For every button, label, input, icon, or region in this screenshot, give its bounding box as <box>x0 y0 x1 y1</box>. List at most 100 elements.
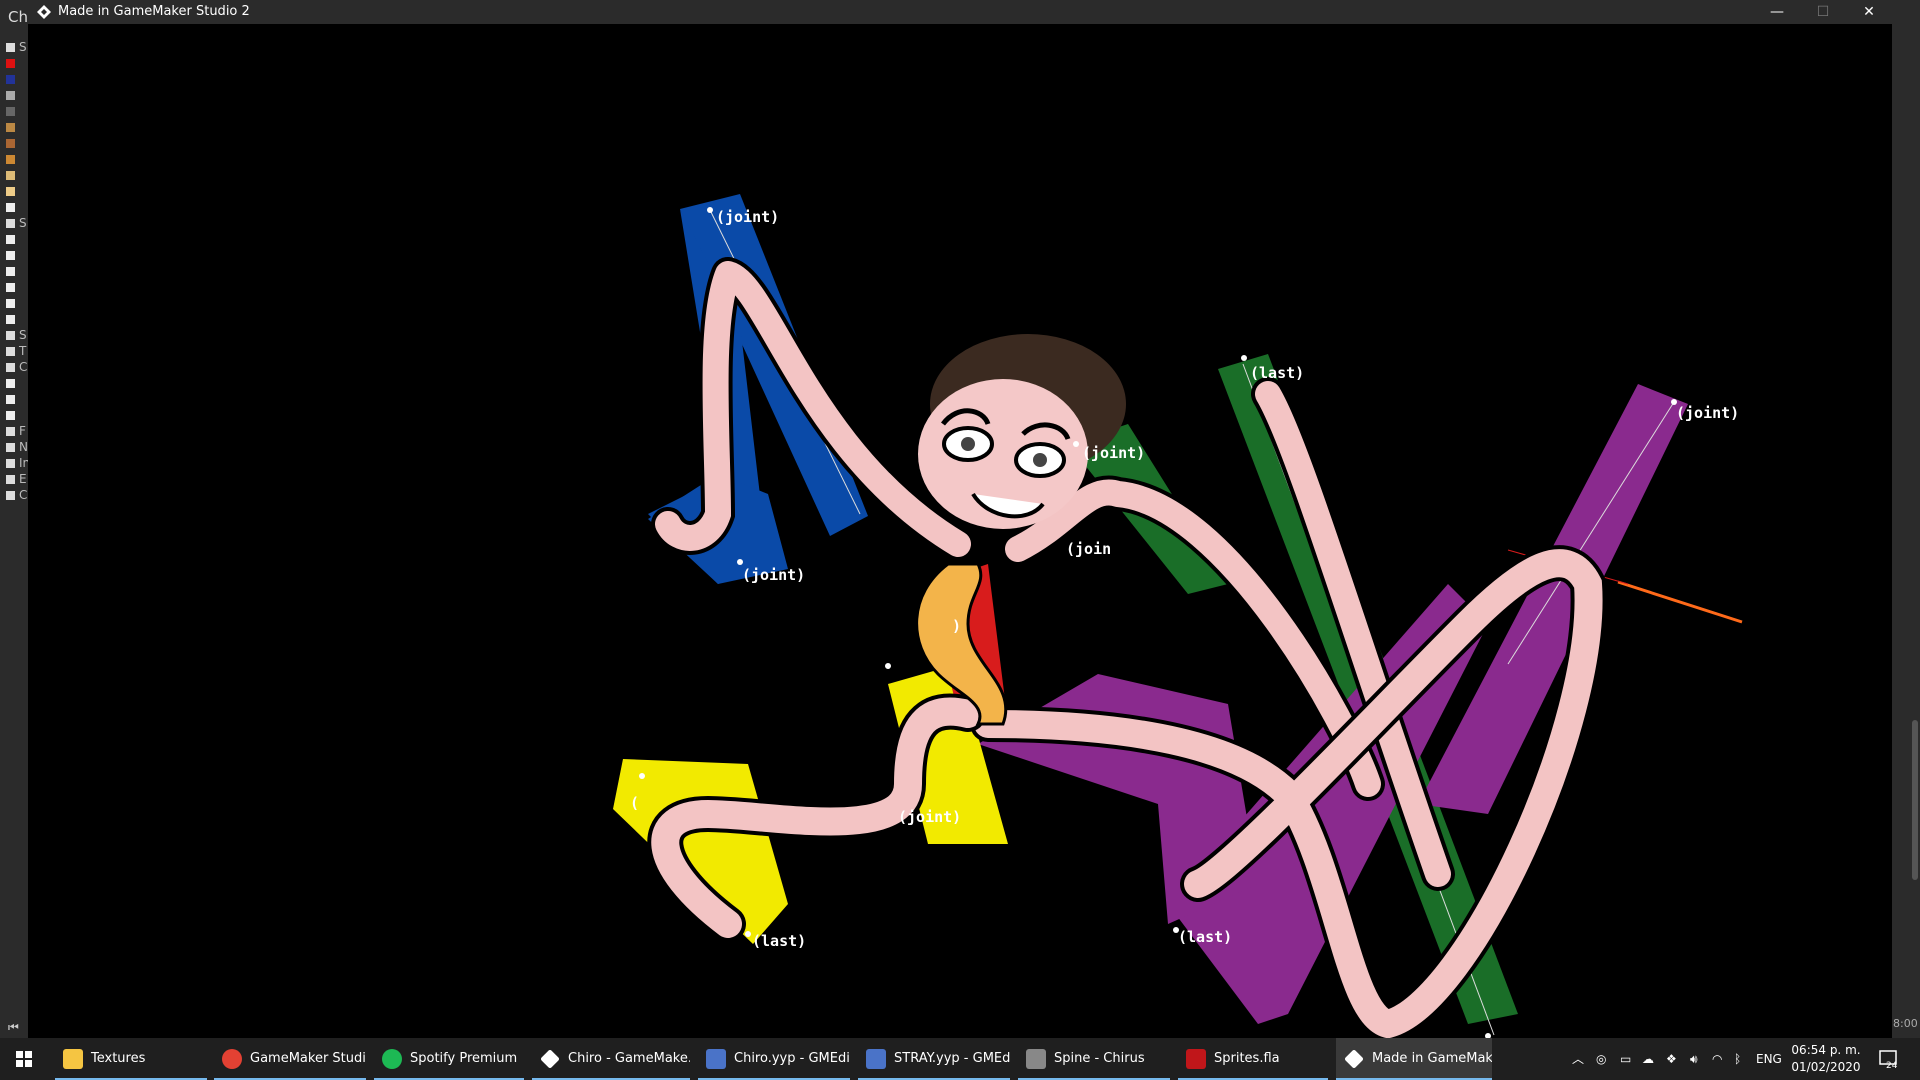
tree-folder[interactable]: S <box>4 40 28 54</box>
tree-item[interactable] <box>4 250 28 262</box>
folder-icon <box>6 427 15 436</box>
tree-folder[interactable]: S <box>4 216 28 230</box>
tree-item[interactable] <box>4 266 28 278</box>
rewind-icon[interactable]: ⏮ <box>8 1020 19 1035</box>
taskbar-item-label: Chiro - GameMake... <box>568 1051 690 1066</box>
file-icon <box>6 75 15 84</box>
tray-expand-icon[interactable]: ︿ <box>1572 1038 1584 1080</box>
taskbar-item[interactable]: Spine - Chirus <box>1018 1038 1170 1080</box>
tree-item[interactable] <box>4 314 28 326</box>
tree-folder[interactable]: C <box>4 488 28 502</box>
ide-side-panel: Ch S S S T C F N In E C ⏮ <box>0 0 30 1038</box>
tree-item-label: S <box>19 328 27 342</box>
left-pupil <box>961 437 975 451</box>
file-icon <box>6 107 15 116</box>
tree-item[interactable] <box>4 138 28 150</box>
tree-item[interactable] <box>4 58 28 70</box>
chrome-icon <box>222 1049 242 1069</box>
tree-item[interactable] <box>4 282 28 294</box>
window-title: Made in GameMaker Studio 2 <box>58 4 250 19</box>
game-canvas[interactable]: (joint) (joint) (last) (joint) (join (jo… <box>28 24 1892 1038</box>
file-icon <box>6 379 15 388</box>
taskbar-item[interactable]: Spotify Premium <box>374 1038 524 1080</box>
taskbar-item-label: Spotify Premium <box>410 1051 518 1066</box>
folder-icon <box>6 43 15 52</box>
tree-item[interactable] <box>4 202 28 214</box>
taskbar-item[interactable]: Chiro - GameMake... <box>532 1038 690 1080</box>
file-icon <box>6 171 15 180</box>
tree-item[interactable] <box>4 410 28 422</box>
tree-folder[interactable]: S <box>4 328 28 342</box>
language-indicator[interactable]: ENG <box>1756 1038 1782 1080</box>
file-icon <box>6 155 15 164</box>
file-icon <box>6 267 15 276</box>
file-icon <box>6 411 15 420</box>
file-icon <box>6 59 15 68</box>
scrollbar[interactable] <box>1912 720 1918 880</box>
tree-item-label: C <box>19 360 28 374</box>
taskbar-item-label: Spine - Chirus <box>1054 1051 1145 1066</box>
cloud-icon[interactable]: ☁ <box>1642 1038 1654 1080</box>
gamemaker-icon <box>1344 1049 1364 1069</box>
tree-item[interactable] <box>4 186 28 198</box>
taskbar-item-label: STRAY.yyp - GMEdit <box>894 1051 1010 1066</box>
spine-icon <box>1026 1049 1046 1069</box>
tree-folder[interactable]: In <box>4 456 30 470</box>
dropbox-icon[interactable]: ❖ <box>1666 1038 1677 1080</box>
taskbar-item[interactable]: Textures <box>55 1038 207 1080</box>
file-icon <box>6 283 15 292</box>
volume-icon[interactable]: 🔊︎ <box>1690 1038 1698 1080</box>
bluetooth-icon[interactable]: ᛒ <box>1734 1038 1741 1080</box>
desktop: Ch S S S T C F N In E C ⏮ 8:00 Made in GameMaker … <box>0 0 1920 1080</box>
folder-icon <box>6 443 15 452</box>
tree-folder[interactable]: E <box>4 472 28 486</box>
tree-item[interactable] <box>4 90 28 102</box>
tree-item[interactable] <box>4 122 28 134</box>
tree-item[interactable] <box>4 234 28 246</box>
taskbar-item[interactable]: GameMaker Studio... <box>214 1038 366 1080</box>
battery-icon[interactable]: ▭ <box>1620 1038 1631 1080</box>
taskbar-item-label: Textures <box>91 1051 146 1066</box>
label-green-head: (joint) <box>1082 444 1145 462</box>
windows-start-icon[interactable] <box>0 1038 48 1080</box>
tree-item[interactable] <box>4 394 28 406</box>
taskbar-item-label: Sprites.fla <box>1214 1051 1280 1066</box>
taskbar-item[interactable]: Made in GameMak... <box>1336 1038 1492 1080</box>
spotify-icon <box>382 1049 402 1069</box>
taskbar-item[interactable]: Chiro.yyp - GMEdit <box>698 1038 850 1080</box>
taskbar-item[interactable]: Sprites.fla <box>1178 1038 1328 1080</box>
tree-item[interactable] <box>4 378 28 390</box>
tree-item[interactable] <box>4 74 28 86</box>
folder-icon <box>6 331 15 340</box>
tree-folder[interactable]: N <box>4 440 28 454</box>
label-torso: ) <box>952 617 961 635</box>
taskbar-item[interactable]: STRAY.yyp - GMEdit <box>858 1038 1010 1080</box>
taskbar-item-label: Made in GameMak... <box>1372 1051 1492 1066</box>
folder-icon <box>6 475 15 484</box>
label-yellow-last: (last) <box>752 932 806 950</box>
clock[interactable]: 06:54 p. m. 01/02/2020 <box>1790 1042 1862 1076</box>
close-button[interactable]: ✕ <box>1846 0 1892 24</box>
tree-item[interactable] <box>4 106 28 118</box>
wifi-icon[interactable]: ◠ <box>1712 1038 1722 1080</box>
label-blue-bottom: (joint) <box>742 566 805 584</box>
game-scene: (joint) (joint) (last) (joint) (join (jo… <box>613 194 1743 1038</box>
tree-item[interactable] <box>4 154 28 166</box>
gamemaker-icon <box>37 5 51 19</box>
tree-folder[interactable]: F <box>4 424 28 438</box>
tree-item[interactable] <box>4 170 28 182</box>
minimize-button[interactable]: — <box>1754 0 1800 24</box>
game-window: Made in GameMaker Studio 2 — ☐ ✕ (joint)… <box>28 0 1892 1038</box>
tree-item-label: T <box>19 344 27 358</box>
tree-item-label: F <box>19 424 26 438</box>
tray-app-icon[interactable]: ◎ <box>1596 1038 1606 1080</box>
tree-item[interactable] <box>4 298 28 310</box>
tree-folder[interactable]: T <box>4 344 28 358</box>
maximize-button[interactable]: ☐ <box>1800 0 1846 24</box>
label-purple-last: (last) <box>1178 928 1232 946</box>
tree-folder[interactable]: C <box>4 360 28 374</box>
notification-icon[interactable]: 24 <box>1878 1048 1900 1070</box>
tree-item-label: C <box>19 488 28 502</box>
clock-date: 01/02/2020 <box>1791 1060 1861 1074</box>
window-titlebar[interactable]: Made in GameMaker Studio 2 — ☐ ✕ <box>28 0 1892 24</box>
